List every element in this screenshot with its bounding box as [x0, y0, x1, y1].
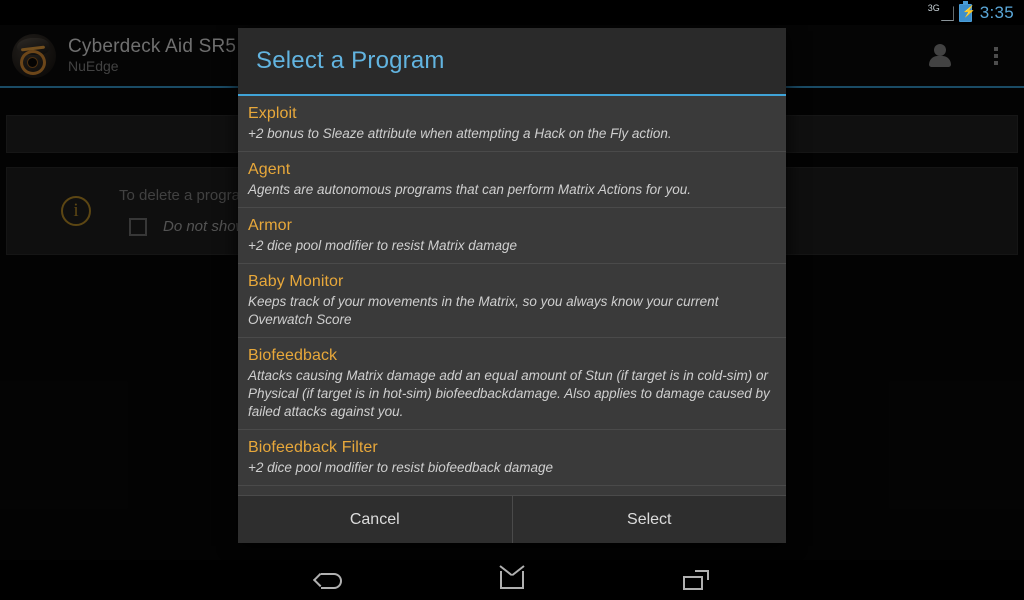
program-list-item[interactable]: Exploit +2 bonus to Sleaze attribute when…: [238, 96, 786, 152]
android-screen: 3G ⚡ 3:35 Cyberdeck Aid SR5 NuEdge i To …: [0, 0, 1024, 600]
program-list[interactable]: Exploit +2 bonus to Sleaze attribute when…: [238, 96, 786, 495]
charging-bolt-icon: ⚡: [962, 5, 976, 18]
battery-charging-icon: ⚡: [958, 0, 976, 22]
program-description: Keeps track of your movements in the Mat…: [248, 293, 719, 327]
signal-bars-icon: [941, 6, 954, 21]
program-name: Biofeedback: [248, 346, 338, 364]
program-list-item[interactable]: Biofeedback Filter +2 dice pool modifier …: [238, 429, 786, 486]
program-name: Baby Monitor: [248, 272, 344, 290]
status-bar-clock: 3:35: [979, 2, 1014, 22]
recent-apps-icon[interactable]: [668, 560, 724, 600]
dialog-title: Select a Program: [256, 47, 445, 74]
program-list-item[interactable]: Biofeedback Attacks causing Matrix damage…: [238, 337, 786, 430]
program-description: +2 dice pool modifier to resist biofeedb…: [248, 459, 554, 475]
program-list-item[interactable]: Baby Monitor Keeps track of your movement…: [238, 263, 786, 338]
select-program-dialog: Select a Program Exploit +2 bonus to Slea…: [238, 28, 786, 543]
status-bar: 3G ⚡ 3:35: [0, 0, 1024, 25]
home-icon[interactable]: [484, 560, 540, 600]
dialog-button-bar: Cancel Select: [238, 495, 786, 543]
cancel-button[interactable]: Cancel: [238, 496, 513, 543]
select-button[interactable]: Select: [512, 496, 786, 543]
program-name: Biofeedback Filter: [248, 438, 378, 456]
program-description: Agents are autonomous programs that can …: [248, 181, 691, 197]
program-description: Attacks causing Matrix damage add an equ…: [248, 367, 770, 419]
dialog-title-bar: Select a Program: [238, 28, 786, 96]
back-glyph: [315, 571, 342, 589]
recents-rect-back: [695, 570, 709, 580]
network-type-label: 3G: [927, 3, 940, 13]
home-glyph: [500, 571, 524, 589]
program-name: Exploit: [248, 105, 297, 122]
program-list-item[interactable]: BlackoutSame as biofeedback, but only ca…: [238, 485, 786, 495]
program-list-item[interactable]: Agent Agents are autonomous programs that…: [238, 151, 786, 208]
program-description: +2 bonus to Sleaze attribute when attemp…: [248, 126, 672, 141]
program-list-item[interactable]: Armor +2 dice pool modifier to resist Mat…: [238, 207, 786, 264]
back-arrow-icon[interactable]: [300, 560, 356, 600]
program-name: Armor: [248, 216, 293, 234]
program-description: +2 dice pool modifier to resist Matrix d…: [248, 237, 517, 253]
system-navigation-bar: [0, 560, 1024, 600]
recents-glyph: [683, 570, 709, 590]
signal-triangle-icon: 3G: [928, 4, 954, 21]
program-name: Agent: [248, 160, 291, 178]
